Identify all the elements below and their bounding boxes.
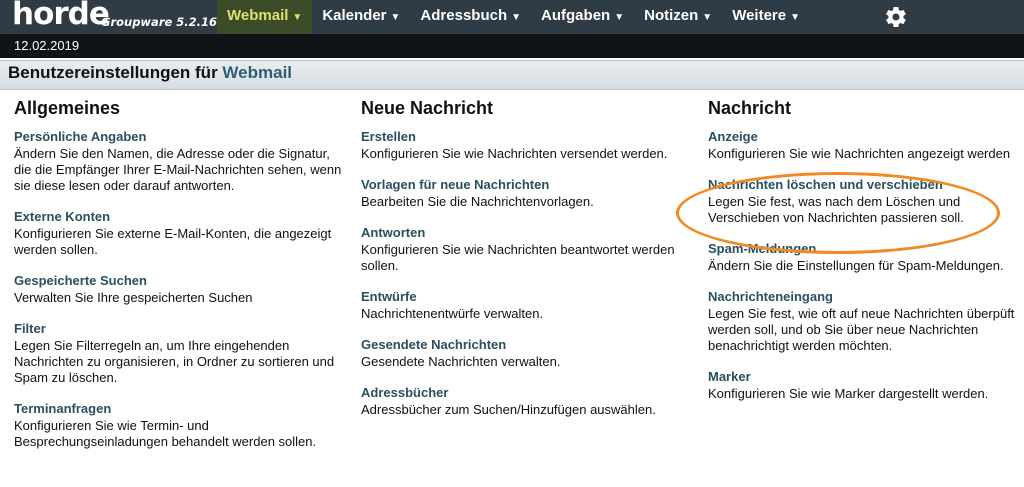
nav-label: Weitere: [732, 7, 787, 24]
pref-link-gespeicherte-suchen[interactable]: Gespeicherte Suchen: [14, 273, 344, 288]
pref-description: Konfigurieren Sie wie Nachrichten versen…: [361, 146, 668, 161]
column-neue-nachricht: Neue Nachricht Erstellen Konfigurieren Si…: [361, 98, 691, 433]
pref-link-anzeige[interactable]: Anzeige: [708, 129, 1024, 144]
pref-entry: Adressbücher Adressbücher zum Suchen/Hinz…: [361, 385, 691, 418]
version-label: Groupware 5.2.16: [101, 15, 218, 29]
nav-label: Notizen: [644, 7, 699, 24]
pref-description: Konfigurieren Sie wie Nachrichten beantw…: [361, 242, 675, 273]
pref-link-gesendete-nachrichten[interactable]: Gesendete Nachrichten: [361, 337, 691, 352]
chevron-down-icon: ▼: [292, 12, 303, 23]
pref-description: Ändern Sie die Einstellungen für Spam-Me…: [708, 258, 1004, 273]
pref-link-vorlagen[interactable]: Vorlagen für neue Nachrichten: [361, 177, 691, 192]
nav-adressbuch[interactable]: Adressbuch ▼: [410, 0, 531, 34]
nav-label: Kalender: [322, 7, 387, 24]
pref-link-erstellen[interactable]: Erstellen: [361, 129, 691, 144]
column-heading: Allgemeines: [14, 98, 121, 118]
page-title: Benutzereinstellungen für Webmail: [8, 63, 292, 83]
pref-entry: Nachrichten löschen und verschieben Legen…: [708, 177, 1024, 226]
pref-entry: Antworten Konfigurieren Sie wie Nachricht…: [361, 225, 691, 274]
pref-entry: Filter Legen Sie Filterregeln an, um Ihre…: [14, 321, 344, 386]
pref-link-spam-meldungen[interactable]: Spam-Meldungen: [708, 241, 1024, 256]
pref-entry: Gespeicherte Suchen Verwalten Sie Ihre ge…: [14, 273, 344, 306]
top-navigation-bar: horde Groupware 5.2.16 Webmail ▼ Kalender…: [0, 0, 1024, 34]
pref-description: Legen Sie fest, wie oft auf neue Nachric…: [708, 306, 1015, 353]
pref-description: Ändern Sie den Namen, die Adresse oder d…: [14, 146, 342, 193]
pref-link-antworten[interactable]: Antworten: [361, 225, 691, 240]
pref-entry: Nachrichteneingang Legen Sie fest, wie of…: [708, 289, 1024, 354]
nav-notizen[interactable]: Notizen ▼: [634, 0, 722, 34]
chevron-down-icon: ▼: [511, 12, 522, 23]
pref-entry: Spam-Meldungen Ändern Sie die Einstellung…: [708, 241, 1024, 274]
nav-weitere[interactable]: Weitere ▼: [722, 0, 810, 34]
chevron-down-icon: ▼: [614, 12, 625, 23]
pref-link-filter[interactable]: Filter: [14, 321, 344, 336]
pref-description: Verwalten Sie Ihre gespeicherten Suchen: [14, 290, 253, 305]
pref-link-adressbuecher[interactable]: Adressbücher: [361, 385, 691, 400]
pref-description: Konfigurieren Sie externe E-Mail-Konten,…: [14, 226, 332, 257]
pref-entry: Erstellen Konfigurieren Sie wie Nachricht…: [361, 129, 691, 162]
column-heading: Neue Nachricht: [361, 98, 494, 118]
horde-logo[interactable]: horde Groupware 5.2.16: [12, 0, 217, 34]
pref-description: Bearbeiten Sie die Nachrichtenvorlagen.: [361, 194, 594, 209]
gear-icon[interactable]: [884, 5, 908, 29]
pref-description: Konfigurieren Sie wie Termin- und Bespre…: [14, 418, 317, 449]
nav-webmail[interactable]: Webmail ▼: [217, 0, 313, 34]
main-nav: Webmail ▼ Kalender ▼ Adressbuch ▼ Aufgaben ▼…: [217, 0, 810, 34]
pref-description: Nachrichtenentwürfe verwalten.: [361, 306, 544, 321]
chevron-down-icon: ▼: [790, 12, 801, 23]
pref-entry: Vorlagen für neue Nachrichten Bearbeiten …: [361, 177, 691, 210]
pref-description: Legen Sie Filterregeln an, um Ihre einge…: [14, 338, 335, 385]
page-title-bar: Benutzereinstellungen für Webmail: [0, 60, 1024, 90]
nav-label: Aufgaben: [541, 7, 611, 24]
pref-entry: Entwürfe Nachrichtenentwürfe verwalten.: [361, 289, 691, 322]
pref-link-nachrichteneingang[interactable]: Nachrichteneingang: [708, 289, 1024, 304]
pref-description: Legen Sie fest, was nach dem Löschen und…: [708, 194, 964, 225]
pref-entry: Anzeige Konfigurieren Sie wie Nachrichten…: [708, 129, 1024, 162]
pref-link-terminanfragen[interactable]: Terminanfragen: [14, 401, 344, 416]
nav-aufgaben[interactable]: Aufgaben ▼: [531, 0, 634, 34]
page-title-prefix: Benutzereinstellungen für: [8, 63, 218, 82]
pref-link-persoenliche-angaben[interactable]: Persönliche Angaben: [14, 129, 344, 144]
column-heading: Nachricht: [708, 98, 792, 118]
pref-description: Gesendete Nachrichten verwalten.: [361, 354, 561, 369]
pref-link-entwuerfe[interactable]: Entwürfe: [361, 289, 691, 304]
current-date: 12.02.2019: [14, 38, 80, 53]
logo-wordmark: horde: [12, 0, 110, 32]
nav-label: Webmail: [227, 7, 289, 24]
pref-entry: Marker Konfigurieren Sie wie Marker darge…: [708, 369, 1024, 402]
chevron-down-icon: ▼: [702, 12, 713, 23]
pref-link-nachrichten-loeschen[interactable]: Nachrichten löschen und verschieben: [708, 177, 1024, 192]
pref-entry: Persönliche Angaben Ändern Sie den Namen,…: [14, 129, 344, 194]
pref-link-marker[interactable]: Marker: [708, 369, 1024, 384]
pref-description: Konfigurieren Sie wie Marker dargestellt…: [708, 386, 989, 401]
page-title-app: Webmail: [222, 63, 293, 82]
pref-entry: Gesendete Nachrichten Gesendete Nachricht…: [361, 337, 691, 370]
pref-entry: Terminanfragen Konfigurieren Sie wie Term…: [14, 401, 344, 450]
nav-label: Adressbuch: [420, 7, 508, 24]
column-nachricht: Nachricht Anzeige Konfigurieren Sie wie N…: [708, 98, 1024, 417]
column-allgemeines: Allgemeines Persönliche Angaben Ändern Si…: [14, 98, 344, 465]
chevron-down-icon: ▼: [390, 12, 401, 23]
pref-link-externe-konten[interactable]: Externe Konten: [14, 209, 344, 224]
date-bar: 12.02.2019: [0, 34, 1024, 58]
nav-kalender[interactable]: Kalender ▼: [312, 0, 410, 34]
pref-description: Konfigurieren Sie wie Nachrichten angeze…: [708, 146, 1011, 161]
pref-entry: Externe Konten Konfigurieren Sie externe …: [14, 209, 344, 258]
pref-description: Adressbücher zum Suchen/Hinzufügen auswä…: [361, 402, 656, 417]
